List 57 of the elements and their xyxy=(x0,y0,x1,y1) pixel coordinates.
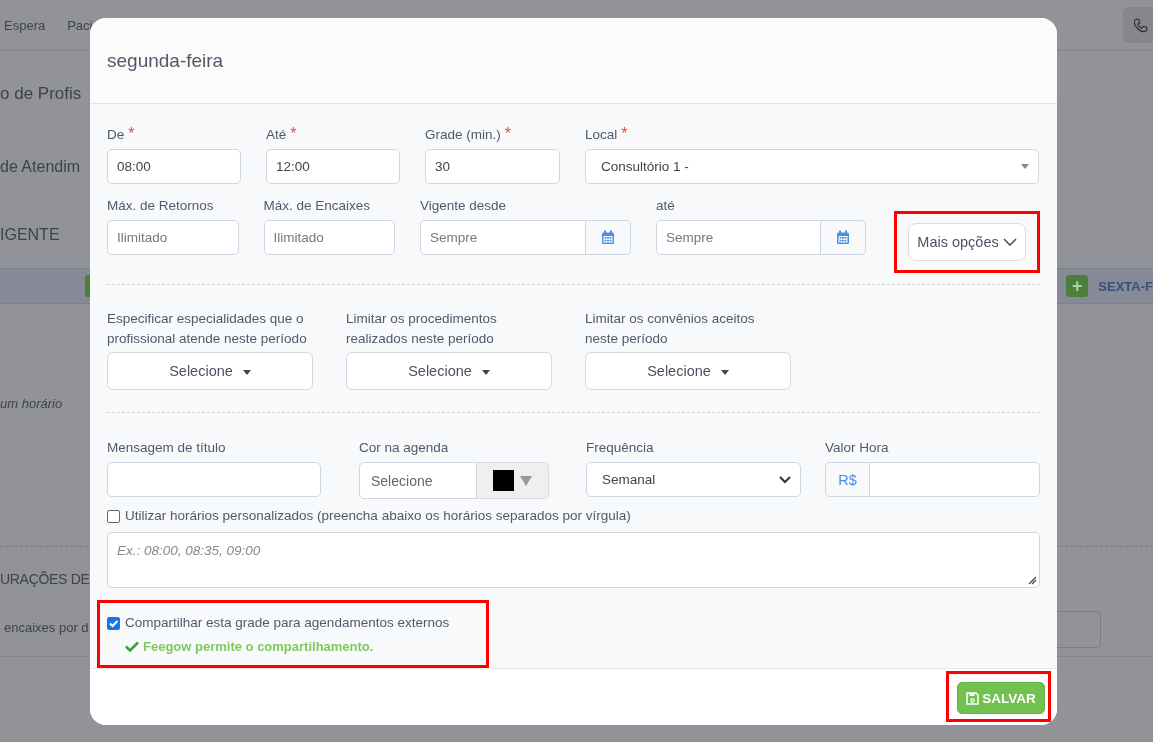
section-title: IGENTE xyxy=(0,226,60,244)
resize-handle-icon[interactable] xyxy=(1028,576,1037,585)
calendar-button[interactable] xyxy=(586,220,631,255)
check-icon xyxy=(125,641,139,652)
checkbox[interactable] xyxy=(107,509,120,523)
checkbox-label: Compartilhar esta grade para agendamentos externos xyxy=(125,614,450,632)
date-field[interactable]: Sempre xyxy=(656,220,821,255)
calendar-button[interactable] xyxy=(821,220,866,255)
field-label: Local * xyxy=(585,124,629,144)
field-label: Frequência xyxy=(586,439,655,457)
phone-icon xyxy=(1133,17,1149,33)
chevron-down-icon xyxy=(779,475,791,484)
field-label: Máx. de Encaixes xyxy=(263,197,372,215)
day-title: SEXTA-F xyxy=(1098,278,1153,294)
input-field[interactable]: 08:00 xyxy=(107,149,241,184)
field-label: Limitar os convênios aceitos neste período xyxy=(585,310,756,348)
select-field[interactable]: Consultório 1 - xyxy=(585,149,1039,184)
empty-hint: um horário xyxy=(0,396,63,411)
modal-title: segunda-feira xyxy=(107,49,224,72)
section-title: URAÇÕES DE xyxy=(0,571,90,587)
field-label: Especificar especialidades que o profissional atende neste período xyxy=(107,310,308,348)
phone-button[interactable] xyxy=(1123,7,1153,43)
field-label: até xyxy=(656,197,676,215)
field-label: Limitar os procedimentos realizados neste período xyxy=(346,310,498,348)
field-label: Grade (min.) * xyxy=(425,124,512,144)
dropdown-button[interactable]: Selecione xyxy=(107,352,313,390)
status-message: Feegow permite o compartilhamento. xyxy=(143,639,374,654)
field-label: Cor na agenda xyxy=(359,439,450,457)
input-field[interactable]: Ilimitado xyxy=(263,220,395,255)
select-field[interactable]: Semanal xyxy=(586,462,801,497)
setting-label: encaixes por d xyxy=(4,620,89,635)
field-label: Máx. de Retornos xyxy=(107,197,215,215)
page-heading: o de Profis xyxy=(0,84,82,104)
date-field[interactable]: Sempre xyxy=(420,220,586,255)
field-label: De * xyxy=(107,124,136,144)
field-label: Vigente desde xyxy=(420,197,508,215)
field-label: Mensagem de título xyxy=(107,439,227,457)
nav-link[interactable]: Paci xyxy=(67,17,93,33)
color-picker-button[interactable] xyxy=(477,462,549,499)
input-field[interactable]: 30 xyxy=(425,149,560,184)
checkbox-label: Utilizar horários personalizados (preencha abaixo os horários separados por vírgula) xyxy=(125,507,631,525)
text-area[interactable]: Ex.: 08:00, 08:35, 09:00 xyxy=(107,532,1040,588)
chevron-down-icon xyxy=(1002,237,1017,247)
dropdown-button[interactable]: Selecione xyxy=(346,352,552,390)
more-options-button[interactable]: Mais opções xyxy=(908,223,1026,261)
currency-addon: R$ xyxy=(825,462,870,497)
color-field[interactable]: Selecione xyxy=(359,462,477,499)
calendar-icon xyxy=(836,230,850,245)
field-label: Até * xyxy=(266,124,298,144)
input-field[interactable]: Ilimitado xyxy=(107,220,239,255)
section-title: de Atendim xyxy=(0,158,81,176)
dropdown-button[interactable]: Selecione xyxy=(585,352,791,390)
nav-link[interactable]: Espera xyxy=(4,17,46,33)
checkbox[interactable] xyxy=(107,616,120,630)
field-label: Valor Hora xyxy=(825,439,890,457)
input-field[interactable]: 12:00 xyxy=(266,149,400,184)
calendar-icon xyxy=(601,230,615,245)
